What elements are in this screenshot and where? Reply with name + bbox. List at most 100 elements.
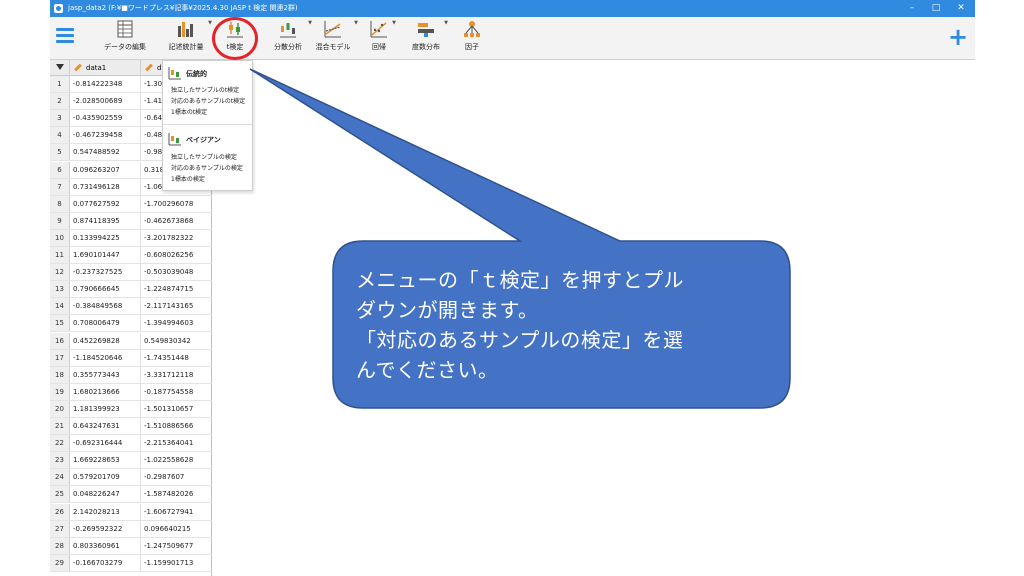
row-number[interactable]: 15 [50,315,70,332]
cell-data1[interactable]: 1.669228653 [73,452,138,468]
row-number[interactable]: 12 [50,264,70,281]
cell-data1[interactable]: 0.547488592 [73,144,138,160]
cell-data1[interactable]: 0.708006479 [73,315,138,331]
cell-data2[interactable]: -1.247509677 [144,538,210,554]
table-row[interactable]: 17 -1.184520646 -1.74351448 [50,349,212,367]
table-row[interactable]: 15 0.708006479 -1.394994603 [50,315,212,333]
row-number[interactable]: 7 [50,178,70,195]
cell-data2[interactable]: -1.159901713 [144,555,210,571]
cell-data1[interactable]: -0.814222348 [73,76,138,92]
menu-item-independent-t[interactable]: 独立したサンプルのt検定 [171,86,239,96]
table-row[interactable]: 9 0.874118395 -0.462673868 [50,212,212,230]
row-number[interactable]: 14 [50,298,70,315]
cell-data1[interactable]: 0.096263207 [73,162,138,178]
row-number[interactable]: 1 [50,76,70,93]
table-row[interactable]: 13 0.790666645 -1.224874715 [50,281,212,299]
table-row[interactable]: 22 -0.692316444 -2.215364041 [50,435,212,453]
close-button[interactable]: ✕ [949,0,973,17]
cell-data1[interactable]: 0.579201709 [73,469,138,485]
row-number[interactable]: 22 [50,435,70,452]
cell-data2[interactable]: -1.022558628 [144,452,210,468]
row-number[interactable]: 20 [50,400,70,417]
row-number[interactable]: 13 [50,281,70,298]
cell-data1[interactable]: 0.643247631 [73,418,138,434]
row-number[interactable]: 19 [50,383,70,400]
row-number[interactable]: 3 [50,110,70,127]
cell-data1[interactable]: 0.452269828 [73,333,138,349]
cell-data2[interactable]: -1.606727941 [144,504,210,520]
table-row[interactable]: 11 1.690101447 -0.608026256 [50,247,212,265]
cell-data2[interactable]: -0.187754558 [144,384,210,400]
maximize-button[interactable]: □ [924,0,948,17]
menu-item-bayes-independent[interactable]: 独立したサンプルの検定 [171,153,237,163]
cell-data2[interactable]: -1.74351448 [144,350,210,366]
cell-data1[interactable]: -0.237327525 [73,264,138,280]
cell-data2[interactable]: -1.394994603 [144,315,210,331]
cell-data1[interactable]: 2.142028213 [73,504,138,520]
cell-data2[interactable]: 0.549830342 [144,333,210,349]
cell-data2[interactable]: 0.096640215 [144,521,210,537]
row-number[interactable]: 8 [50,195,70,212]
cell-data1[interactable]: 0.077627592 [73,196,138,212]
plus-icon[interactable]: + [948,25,968,49]
frequencies-button[interactable]: ▼ 度数分布 [408,20,448,58]
cell-data1[interactable]: 0.790666645 [73,281,138,297]
cell-data1[interactable]: 1.680213666 [73,384,138,400]
cell-data2[interactable]: -0.503039048 [144,264,210,280]
row-number[interactable]: 25 [50,486,70,503]
table-row[interactable]: 23 1.669228653 -1.022558628 [50,452,212,470]
cell-data2[interactable]: -2.117143165 [144,298,210,314]
cell-data2[interactable]: -1.587482026 [144,486,210,502]
cell-data2[interactable]: -1.510886566 [144,418,210,434]
cell-data1[interactable]: 0.803360961 [73,538,138,554]
cell-data1[interactable]: -0.166703279 [73,555,138,571]
table-row[interactable]: 21 0.643247631 -1.510886566 [50,418,212,436]
table-row[interactable]: 26 2.142028213 -1.606727941 [50,503,212,521]
table-row[interactable]: 18 0.355773443 -3.331712118 [50,366,212,384]
table-row[interactable]: 25 0.048226247 -1.587482026 [50,486,212,504]
cell-data2[interactable]: -1.501310657 [144,401,210,417]
row-number[interactable]: 18 [50,366,70,383]
cell-data1[interactable]: 0.133994225 [73,230,138,246]
table-row[interactable]: 24 0.579201709 -0.2987607 [50,469,212,487]
row-number[interactable]: 17 [50,349,70,366]
filter-cell[interactable] [50,60,70,76]
cell-data2[interactable]: -1.700296078 [144,196,210,212]
row-number[interactable]: 6 [50,161,70,178]
table-row[interactable]: 10 0.133994225 -3.201782322 [50,229,212,247]
filter-icon[interactable] [56,64,64,70]
cell-data1[interactable]: 0.874118395 [73,213,138,229]
row-number[interactable]: 23 [50,452,70,469]
mixed-models-button[interactable]: ▼ 混合モデル [312,20,359,58]
table-row[interactable]: 28 0.803360961 -1.247509677 [50,537,212,555]
row-number[interactable]: 26 [50,503,70,520]
row-number[interactable]: 11 [50,247,70,264]
cell-data2[interactable]: -3.201782322 [144,230,210,246]
cell-data1[interactable]: -2.028500689 [73,93,138,109]
cell-data1[interactable]: -1.184520646 [73,350,138,366]
row-number[interactable]: 27 [50,520,70,537]
data-editor-button[interactable]: データの編集 [102,20,148,58]
row-number[interactable]: 2 [50,93,70,110]
cell-data2[interactable]: -2.215364041 [144,435,210,451]
row-number[interactable]: 10 [50,229,70,246]
cell-data2[interactable]: -3.331712118 [144,367,210,383]
table-row[interactable]: 27 -0.269592322 0.096640215 [50,520,212,538]
factor-button[interactable]: 因子 [458,20,486,58]
row-number[interactable]: 16 [50,332,70,349]
cell-data1[interactable]: 0.048226247 [73,486,138,502]
cell-data2[interactable]: -0.2987607 [144,469,210,485]
anova-button[interactable]: ▼ 分散分析 [268,20,312,58]
cell-data1[interactable]: 1.690101447 [73,247,138,263]
menu-item-bayes-one-sample[interactable]: 1標本の検定 [171,175,205,185]
menu-item-one-sample-t[interactable]: 1標本のt検定 [171,108,207,118]
row-number[interactable]: 5 [50,144,70,161]
table-row[interactable]: 16 0.452269828 0.549830342 [50,332,212,350]
cell-data2[interactable]: -0.462673868 [144,213,210,229]
descriptives-button[interactable]: ▼ 記述統計量 [164,20,213,58]
table-row[interactable]: 14 -0.384849568 -2.117143165 [50,298,212,316]
row-number[interactable]: 21 [50,418,70,435]
table-row[interactable]: 8 0.077627592 -1.700296078 [50,195,212,213]
cell-data2[interactable]: -1.224874715 [144,281,210,297]
row-number[interactable]: 9 [50,212,70,229]
